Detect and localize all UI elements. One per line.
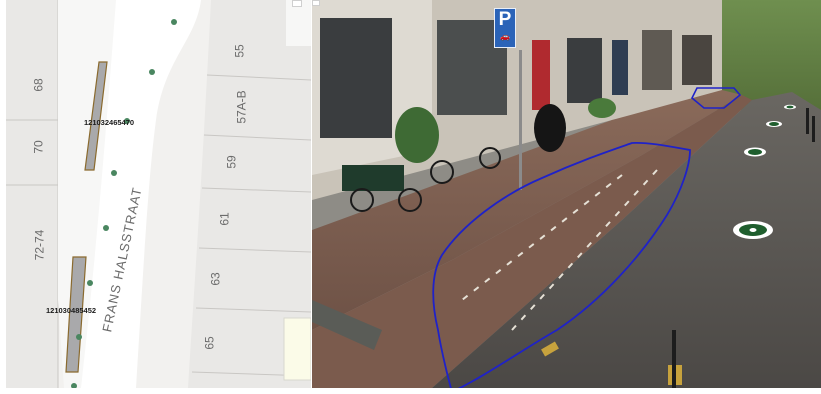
road-marker-center	[749, 228, 757, 232]
map-panel[interactable]: 68 70 72-74 55 57A-B 59 61 63 65 FRANS H…	[6, 0, 311, 388]
parking-sign-letter: P	[498, 9, 512, 30]
bollard	[812, 116, 815, 142]
house-number: 68	[31, 78, 46, 92]
shop-window	[567, 38, 602, 103]
streetview-panel[interactable]: P 🚗	[312, 0, 821, 388]
cargo-bike	[342, 165, 404, 191]
shop-window	[612, 40, 628, 95]
streetview-canvas	[312, 0, 821, 388]
bottom-strip	[0, 388, 821, 394]
house-number: 65	[202, 336, 217, 350]
shop-window	[682, 35, 712, 85]
object-id-label: 121032465470	[84, 118, 135, 127]
road-marker-fill	[748, 149, 762, 155]
bollard	[806, 108, 809, 134]
tree-marker[interactable]	[171, 19, 177, 25]
tree-marker[interactable]	[111, 170, 117, 176]
bollard	[672, 330, 676, 388]
parking-sign: P 🚗	[494, 8, 516, 48]
house-number: 57A-B	[234, 90, 249, 124]
courtyard	[283, 317, 311, 381]
house-number: 70	[31, 140, 46, 154]
object-id-label: 121030485452	[46, 306, 97, 315]
bike-wheel	[350, 188, 374, 212]
tree-marker[interactable]	[103, 225, 109, 231]
house-number: 59	[224, 155, 239, 169]
road-marker-fill	[769, 122, 779, 126]
shop-window	[320, 18, 392, 138]
car-icon: 🚗	[500, 32, 510, 41]
plant	[588, 98, 616, 118]
red-door	[532, 40, 550, 110]
streetview-control-button[interactable]	[312, 0, 320, 6]
house-number: 61	[217, 212, 232, 226]
house-number: 55	[232, 44, 247, 58]
road-marker-fill	[786, 105, 794, 109]
house-number: 63	[208, 272, 223, 286]
map-control-button[interactable]	[292, 0, 302, 7]
tree-marker[interactable]	[76, 334, 82, 340]
shop-window	[642, 30, 672, 90]
building-block-left	[6, 0, 58, 388]
house-number: 72-74	[32, 229, 47, 261]
tree-marker[interactable]	[87, 280, 93, 286]
plant	[395, 107, 439, 163]
sign-pole	[519, 50, 522, 190]
tree-marker[interactable]	[149, 69, 155, 75]
map-canvas	[6, 0, 311, 388]
covered-scooter	[534, 104, 566, 152]
